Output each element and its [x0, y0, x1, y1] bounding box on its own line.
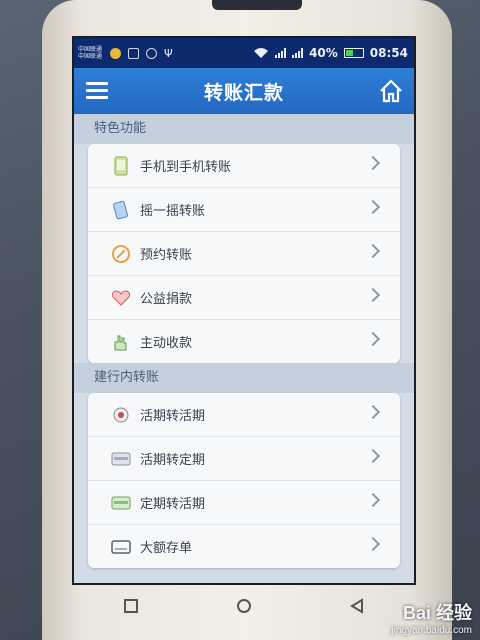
current-account-icon: [110, 404, 132, 426]
signal-icon-2: [292, 48, 304, 58]
chevron-right-icon: [365, 448, 381, 464]
featured-list: 手机到手机转账 摇一摇转账 预约转账 公益捐款 主动收款: [88, 144, 400, 363]
chevron-right-icon: [365, 243, 381, 259]
phone-screen: 中国联通 中国联通 Ψ 40% 08:54 转账汇款 特色功能 手机到手机转账 …: [74, 38, 414, 583]
notification-icons: Ψ: [110, 47, 173, 60]
list-item-label: 定期转活期: [140, 497, 206, 512]
list-item-label: 公益捐款: [140, 292, 193, 307]
chevron-right-icon: [365, 287, 381, 303]
list-item-label: 摇一摇转账: [140, 204, 206, 219]
section-title-featured: 特色功能: [74, 114, 414, 144]
shake-phone-icon: [110, 199, 132, 221]
card-green-icon: [110, 492, 132, 514]
baidu-jingyan-watermark: Bai 经验 jingyan.baidu.com: [391, 599, 472, 636]
page-title: 转账汇款: [203, 81, 284, 104]
usb-icon: Ψ: [164, 46, 173, 60]
hand-collect-icon: [110, 331, 132, 353]
list-item-label: 活期转定期: [140, 453, 206, 468]
hamburger-menu-icon[interactable]: [86, 82, 108, 100]
app-notification-icon: [128, 47, 140, 59]
list-item-large-deposit[interactable]: 大额存单: [88, 525, 400, 568]
list-item-current-to-current[interactable]: 活期转活期: [88, 393, 400, 437]
home-icon[interactable]: [378, 78, 404, 104]
content-area: 特色功能 手机到手机转账 摇一摇转账 预约转账 公益捐款 主动收款 建行内转账 …: [74, 114, 414, 568]
list-item-label: 活期转活期: [140, 409, 206, 424]
status-bar: 中国联通 中国联通 Ψ 40% 08:54: [74, 38, 414, 68]
watermark-url: jingyan.baidu.com: [391, 625, 472, 636]
carrier-line-1: 中国联通: [78, 46, 103, 53]
list-item-scheduled-transfer[interactable]: 预约转账: [88, 232, 400, 276]
list-item-label: 主动收款: [140, 336, 193, 351]
card-icon: [110, 448, 132, 470]
list-item-label: 大额存单: [140, 541, 193, 556]
square-icon: [123, 598, 138, 613]
chevron-right-icon: [365, 199, 381, 215]
circle-icon: [236, 598, 251, 613]
recent-apps-button[interactable]: [111, 591, 151, 621]
carrier-line-2: 中国联通: [78, 53, 103, 60]
list-item-current-to-fixed[interactable]: 活期转定期: [88, 437, 400, 481]
section-title-intrabank: 建行内转账: [74, 363, 414, 393]
deposit-card-icon: [110, 536, 132, 558]
list-item-label: 预约转账: [140, 248, 193, 263]
battery-percent: 40%: [309, 46, 338, 60]
status-right: 40% 08:54: [253, 46, 408, 60]
watermark-main: Bai 经验: [402, 603, 472, 623]
list-item-fixed-to-current[interactable]: 定期转活期: [88, 481, 400, 525]
app-header: 转账汇款: [74, 68, 414, 114]
heart-donation-icon: [110, 287, 132, 309]
intrabank-list: 活期转活期 活期转定期 定期转活期 大额存单: [88, 393, 400, 568]
carrier-label: 中国联通 中国联通: [78, 46, 102, 60]
weibo-icon: [110, 47, 122, 59]
back-triangle-icon: [350, 597, 364, 614]
schedule-icon: [110, 243, 132, 265]
list-item-shake-transfer[interactable]: 摇一摇转账: [88, 188, 400, 232]
back-nav-button[interactable]: [337, 591, 377, 621]
chevron-right-icon: [365, 536, 381, 552]
signal-icon-1: [275, 48, 287, 58]
list-item-charity-donation[interactable]: 公益捐款: [88, 276, 400, 320]
chevron-right-icon: [365, 492, 381, 508]
system-nav-bar: [74, 583, 414, 628]
home-nav-button[interactable]: [224, 591, 264, 621]
wifi-icon: [254, 48, 269, 58]
chevron-right-icon: [365, 155, 381, 171]
list-item-phone-transfer[interactable]: 手机到手机转账: [88, 144, 400, 188]
camera-icon: [146, 47, 158, 59]
list-item-active-collection[interactable]: 主动收款: [88, 320, 400, 363]
phone-top-notch: [212, 0, 302, 10]
chevron-right-icon: [365, 404, 381, 420]
phone-transfer-icon: [110, 155, 132, 177]
battery-icon: [343, 48, 364, 58]
list-item-label: 手机到手机转账: [140, 160, 232, 175]
chevron-right-icon: [365, 331, 381, 347]
clock: 08:54: [369, 46, 408, 60]
